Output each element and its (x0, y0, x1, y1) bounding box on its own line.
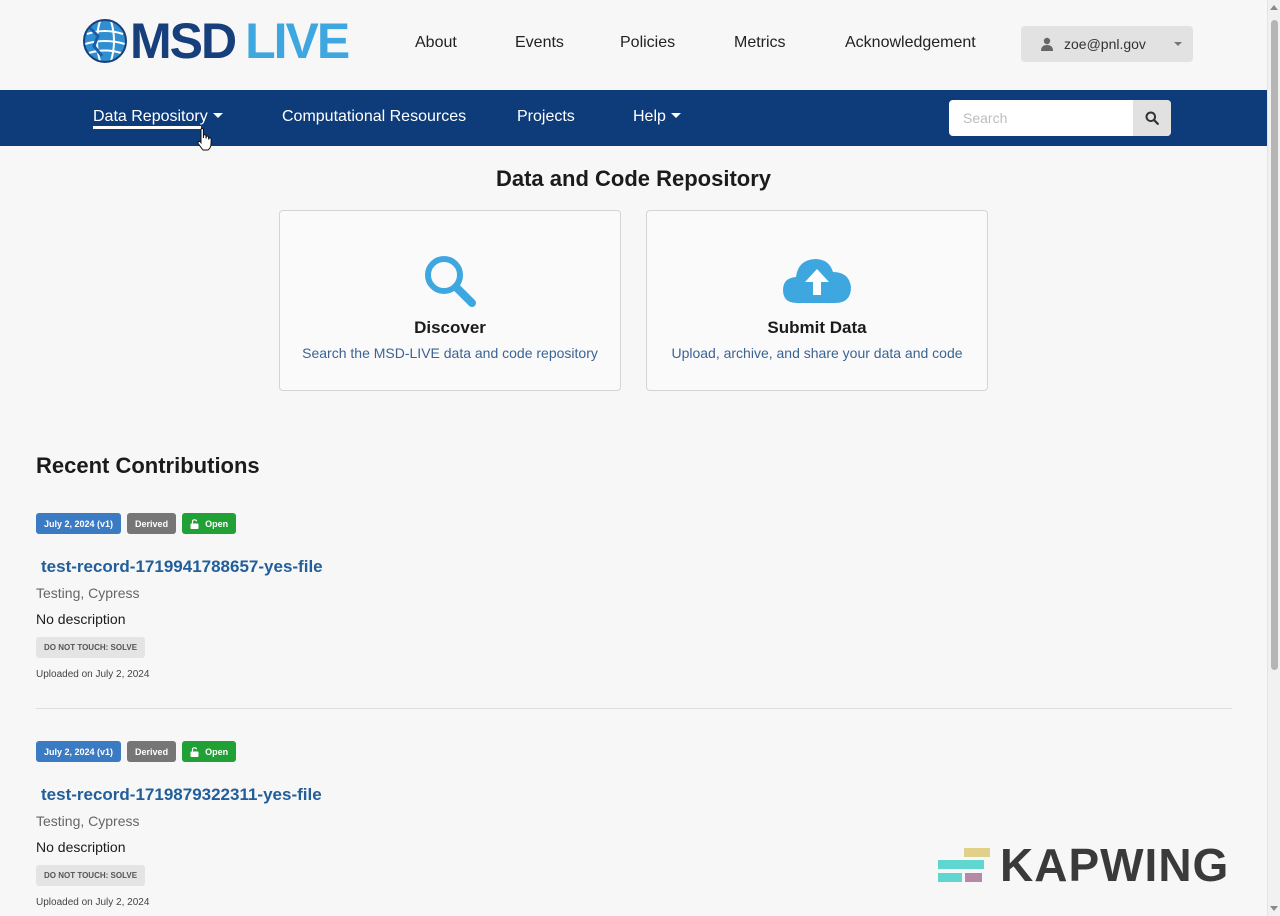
access-badge-label: Open (205, 518, 229, 529)
user-icon (1041, 37, 1053, 51)
date-badge: July 2, 2024 (v1) (36, 741, 122, 762)
msd-live-logo[interactable]: MSD LIVE (82, 16, 350, 66)
page-title: Data and Code Repository (495, 166, 772, 191)
nav-projects[interactable]: Projects (517, 108, 575, 126)
kapwing-watermark: KAPWING (938, 839, 1230, 891)
nav-help[interactable]: Help (633, 108, 681, 126)
access-badge: Open (182, 513, 237, 534)
nav-about[interactable]: About (415, 34, 457, 52)
unlock-icon (190, 518, 199, 529)
logo-msd-text: MSD (130, 13, 237, 69)
logo-live-text: LIVE (245, 13, 350, 69)
card-title: Submit Data (767, 318, 867, 337)
submit-data-card[interactable]: Submit Data Upload, archive, and share y… (646, 210, 988, 391)
vertical-scrollbar[interactable] (1267, 0, 1280, 916)
access-badge-label: Open (205, 746, 229, 757)
search-icon (425, 256, 476, 307)
nav-events[interactable]: Events (515, 34, 564, 52)
globe-icon (83, 19, 127, 63)
chevron-down-icon (1174, 42, 1182, 46)
search-button[interactable] (1133, 100, 1171, 136)
record-badges: July 2, 2024 (v1) Derived Open (36, 741, 237, 762)
uploaded-date: Uploaded on July 2, 2024 (36, 669, 150, 680)
main-nav: Data Repository Computational Resources … (0, 90, 1267, 151)
top-header: MSD LIVE About Events Policies Metrics Ac… (0, 0, 1267, 90)
nav-metrics[interactable]: Metrics (734, 34, 786, 52)
discover-card[interactable]: Discover Search the MSD-LIVE data and co… (279, 210, 621, 391)
kapwing-logo-icon (938, 848, 990, 882)
nav-policies[interactable]: Policies (620, 34, 675, 52)
record-title-link[interactable]: test-record-1719879322311-yes-file (41, 785, 322, 805)
card-description: Upload, archive, and share your data and… (671, 345, 963, 361)
search-box (949, 100, 1171, 136)
record-description: No description (36, 611, 126, 627)
nav-data-repository-label: Data Repository (93, 108, 208, 125)
uploaded-date: Uploaded on July 2, 2024 (36, 897, 150, 908)
nav-computational-resources[interactable]: Computational Resources (282, 108, 466, 126)
type-badge: Derived (127, 741, 177, 762)
date-badge: July 2, 2024 (v1) (36, 513, 122, 534)
keyword-tag[interactable]: DO NOT TOUCH: SOLVE (36, 637, 146, 658)
scroll-up-arrow-icon[interactable] (1270, 5, 1278, 10)
scroll-down-arrow-icon[interactable] (1270, 906, 1278, 911)
hand-pointer-icon (197, 128, 212, 151)
access-badge: Open (182, 741, 237, 762)
record-creators: Testing, Cypress (36, 813, 140, 829)
scrollbar-thumb[interactable] (1271, 20, 1278, 670)
keyword-tag[interactable]: DO NOT TOUCH: SOLVE (36, 865, 146, 886)
nav-help-label: Help (633, 108, 666, 125)
recent-contributions-heading: Recent Contributions (36, 453, 260, 478)
record-creators: Testing, Cypress (36, 585, 140, 601)
search-input[interactable] (949, 100, 1133, 136)
record-description: No description (36, 839, 126, 855)
nav-data-repository[interactable]: Data Repository (93, 108, 223, 126)
nav-acknowledgement[interactable]: Acknowledgement (845, 34, 976, 52)
user-email: zoe@pnl.gov (1064, 36, 1146, 52)
card-description: Search the MSD-LIVE data and code reposi… (302, 345, 598, 361)
caret-down-icon (670, 113, 681, 118)
search-icon (1145, 111, 1159, 125)
active-underline (93, 126, 201, 129)
card-title: Discover (414, 318, 486, 337)
unlock-icon (190, 746, 199, 757)
user-menu-button[interactable]: zoe@pnl.gov (1021, 26, 1193, 62)
record-badges: July 2, 2024 (v1) Derived Open (36, 513, 237, 534)
record-title-link[interactable]: test-record-1719941788657-yes-file (41, 557, 323, 577)
caret-down-icon (212, 113, 223, 118)
cloud-upload-icon (783, 259, 851, 303)
type-badge: Derived (127, 513, 177, 534)
divider (36, 708, 1232, 709)
watermark-text: KAPWING (1000, 839, 1230, 891)
